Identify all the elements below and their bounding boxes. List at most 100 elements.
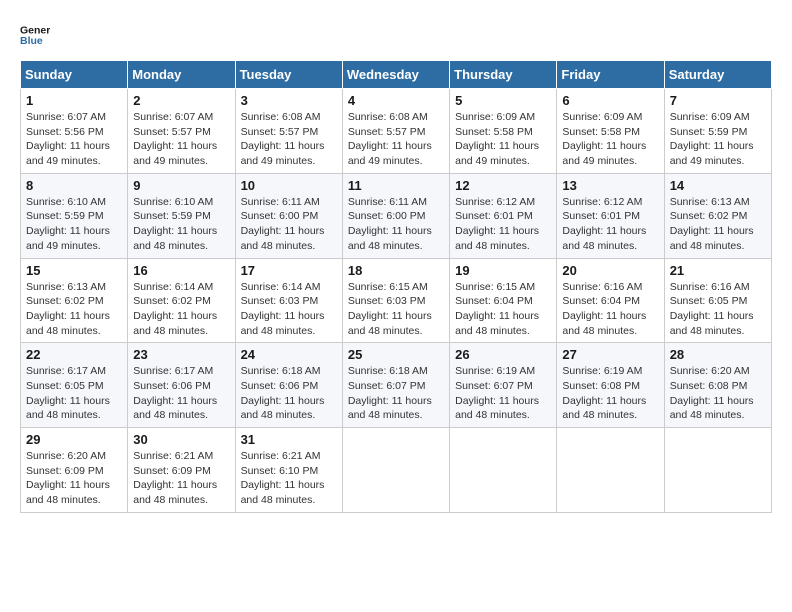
day-info: Sunrise: 6:11 AM Sunset: 6:00 PM Dayligh… [241,195,337,254]
calendar-cell: 18 Sunrise: 6:15 AM Sunset: 6:03 PM Dayli… [342,258,449,343]
calendar-cell: 9 Sunrise: 6:10 AM Sunset: 5:59 PM Daylig… [128,173,235,258]
day-number: 28 [670,347,766,362]
calendar-table: SundayMondayTuesdayWednesdayThursdayFrid… [20,60,772,513]
day-info: Sunrise: 6:12 AM Sunset: 6:01 PM Dayligh… [562,195,658,254]
day-number: 18 [348,263,444,278]
day-number: 1 [26,93,122,108]
day-number: 25 [348,347,444,362]
calendar-cell: 23 Sunrise: 6:17 AM Sunset: 6:06 PM Dayli… [128,343,235,428]
day-info: Sunrise: 6:16 AM Sunset: 6:05 PM Dayligh… [670,280,766,339]
calendar-cell: 24 Sunrise: 6:18 AM Sunset: 6:06 PM Dayli… [235,343,342,428]
day-info: Sunrise: 6:11 AM Sunset: 6:00 PM Dayligh… [348,195,444,254]
day-number: 7 [670,93,766,108]
day-number: 19 [455,263,551,278]
day-number: 12 [455,178,551,193]
day-number: 10 [241,178,337,193]
logo: GeneralBlue [20,20,54,50]
day-info: Sunrise: 6:09 AM Sunset: 5:59 PM Dayligh… [670,110,766,169]
calendar-cell: 20Sunrise: 6:16 AM Sunset: 6:04 PM Dayli… [557,258,664,343]
calendar-cell: 28 Sunrise: 6:20 AM Sunset: 6:08 PM Dayli… [664,343,771,428]
day-info: Sunrise: 6:14 AM Sunset: 6:03 PM Dayligh… [241,280,337,339]
day-number: 8 [26,178,122,193]
day-number: 5 [455,93,551,108]
day-info: Sunrise: 6:19 AM Sunset: 6:08 PM Dayligh… [562,364,658,423]
calendar-cell: 27 Sunrise: 6:19 AM Sunset: 6:08 PM Dayli… [557,343,664,428]
calendar-cell: 21 Sunrise: 6:16 AM Sunset: 6:05 PM Dayli… [664,258,771,343]
day-number: 22 [26,347,122,362]
calendar-week-row: 22Sunrise: 6:17 AM Sunset: 6:05 PM Dayli… [21,343,772,428]
day-info: Sunrise: 6:08 AM Sunset: 5:57 PM Dayligh… [348,110,444,169]
day-number: 3 [241,93,337,108]
day-number: 20 [562,263,658,278]
day-number: 21 [670,263,766,278]
day-info: Sunrise: 6:18 AM Sunset: 6:06 PM Dayligh… [241,364,337,423]
calendar-cell: 3 Sunrise: 6:08 AM Sunset: 5:57 PM Daylig… [235,89,342,174]
day-number: 14 [670,178,766,193]
day-number: 26 [455,347,551,362]
day-number: 29 [26,432,122,447]
calendar-cell: 12Sunrise: 6:12 AM Sunset: 6:01 PM Dayli… [450,173,557,258]
day-info: Sunrise: 6:14 AM Sunset: 6:02 PM Dayligh… [133,280,229,339]
day-number: 23 [133,347,229,362]
day-number: 11 [348,178,444,193]
day-of-week-header: Thursday [450,61,557,89]
calendar-cell: 26Sunrise: 6:19 AM Sunset: 6:07 PM Dayli… [450,343,557,428]
page-header: GeneralBlue [20,20,772,50]
day-number: 2 [133,93,229,108]
day-info: Sunrise: 6:17 AM Sunset: 6:06 PM Dayligh… [133,364,229,423]
day-of-week-header: Sunday [21,61,128,89]
calendar-header-row: SundayMondayTuesdayWednesdayThursdayFrid… [21,61,772,89]
calendar-cell [342,428,449,513]
calendar-cell [450,428,557,513]
calendar-cell: 14 Sunrise: 6:13 AM Sunset: 6:02 PM Dayli… [664,173,771,258]
day-info: Sunrise: 6:21 AM Sunset: 6:10 PM Dayligh… [241,449,337,508]
day-number: 13 [562,178,658,193]
calendar-week-row: 29 Sunrise: 6:20 AM Sunset: 6:09 PM Dayli… [21,428,772,513]
day-number: 16 [133,263,229,278]
day-info: Sunrise: 6:18 AM Sunset: 6:07 PM Dayligh… [348,364,444,423]
calendar-cell: 7 Sunrise: 6:09 AM Sunset: 5:59 PM Daylig… [664,89,771,174]
day-info: Sunrise: 6:20 AM Sunset: 6:08 PM Dayligh… [670,364,766,423]
day-number: 15 [26,263,122,278]
calendar-cell: 1 Sunrise: 6:07 AM Sunset: 5:56 PM Daylig… [21,89,128,174]
day-info: Sunrise: 6:08 AM Sunset: 5:57 PM Dayligh… [241,110,337,169]
day-info: Sunrise: 6:10 AM Sunset: 5:59 PM Dayligh… [133,195,229,254]
calendar-cell: 17 Sunrise: 6:14 AM Sunset: 6:03 PM Dayli… [235,258,342,343]
day-info: Sunrise: 6:09 AM Sunset: 5:58 PM Dayligh… [455,110,551,169]
day-info: Sunrise: 6:15 AM Sunset: 6:03 PM Dayligh… [348,280,444,339]
day-info: Sunrise: 6:07 AM Sunset: 5:57 PM Dayligh… [133,110,229,169]
calendar-cell: 31 Sunrise: 6:21 AM Sunset: 6:10 PM Dayli… [235,428,342,513]
day-of-week-header: Tuesday [235,61,342,89]
calendar-cell: 4 Sunrise: 6:08 AM Sunset: 5:57 PM Daylig… [342,89,449,174]
calendar-cell: 22Sunrise: 6:17 AM Sunset: 6:05 PM Dayli… [21,343,128,428]
calendar-cell: 16 Sunrise: 6:14 AM Sunset: 6:02 PM Dayli… [128,258,235,343]
day-info: Sunrise: 6:09 AM Sunset: 5:58 PM Dayligh… [562,110,658,169]
day-number: 4 [348,93,444,108]
day-info: Sunrise: 6:13 AM Sunset: 6:02 PM Dayligh… [670,195,766,254]
day-number: 31 [241,432,337,447]
day-number: 27 [562,347,658,362]
calendar-week-row: 1 Sunrise: 6:07 AM Sunset: 5:56 PM Daylig… [21,89,772,174]
day-info: Sunrise: 6:21 AM Sunset: 6:09 PM Dayligh… [133,449,229,508]
day-number: 9 [133,178,229,193]
day-info: Sunrise: 6:10 AM Sunset: 5:59 PM Dayligh… [26,195,122,254]
calendar-cell: 6 Sunrise: 6:09 AM Sunset: 5:58 PM Daylig… [557,89,664,174]
day-number: 30 [133,432,229,447]
day-info: Sunrise: 6:13 AM Sunset: 6:02 PM Dayligh… [26,280,122,339]
day-number: 24 [241,347,337,362]
calendar-cell: 5 Sunrise: 6:09 AM Sunset: 5:58 PM Daylig… [450,89,557,174]
day-info: Sunrise: 6:20 AM Sunset: 6:09 PM Dayligh… [26,449,122,508]
calendar-week-row: 8 Sunrise: 6:10 AM Sunset: 5:59 PM Daylig… [21,173,772,258]
calendar-cell [557,428,664,513]
calendar-cell: 11 Sunrise: 6:11 AM Sunset: 6:00 PM Dayli… [342,173,449,258]
calendar-cell: 10 Sunrise: 6:11 AM Sunset: 6:00 PM Dayli… [235,173,342,258]
day-info: Sunrise: 6:07 AM Sunset: 5:56 PM Dayligh… [26,110,122,169]
svg-text:Blue: Blue [20,35,43,47]
logo-icon: GeneralBlue [20,20,50,50]
day-number: 17 [241,263,337,278]
calendar-cell [664,428,771,513]
day-of-week-header: Saturday [664,61,771,89]
day-of-week-header: Friday [557,61,664,89]
day-of-week-header: Wednesday [342,61,449,89]
day-number: 6 [562,93,658,108]
